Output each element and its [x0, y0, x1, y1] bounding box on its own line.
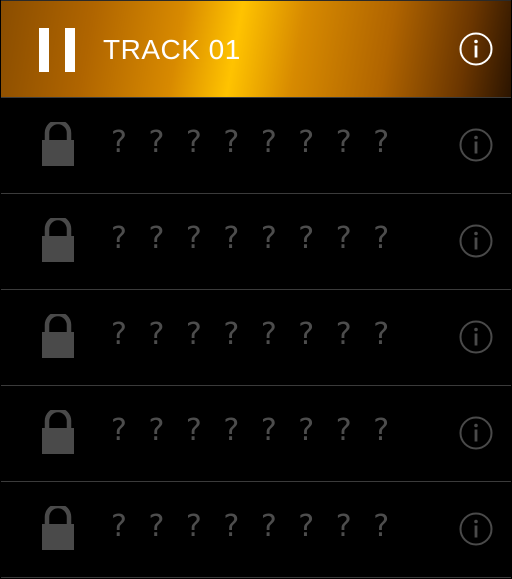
track-row-active[interactable]: TRACK 01 — [1, 0, 511, 98]
track-title: TRACK 01 — [103, 34, 241, 65]
track-title-locked: ? ? ? ? ? ? ? ? — [111, 509, 396, 544]
lock-icon — [42, 122, 74, 166]
track-row-locked[interactable]: ? ? ? ? ? ? ? ? — [1, 98, 511, 194]
track-row-locked[interactable]: ? ? ? ? ? ? ? ? — [1, 194, 511, 290]
info-icon[interactable] — [459, 32, 493, 66]
info-icon[interactable] — [459, 224, 493, 258]
track-row-locked[interactable]: ? ? ? ? ? ? ? ? — [1, 290, 511, 386]
info-icon[interactable] — [459, 512, 493, 546]
lock-icon — [42, 506, 74, 550]
lock-icon — [42, 410, 74, 454]
track-row-locked[interactable]: ? ? ? ? ? ? ? ? — [1, 386, 511, 482]
pause-bar — [65, 28, 75, 72]
track-title-locked: ? ? ? ? ? ? ? ? — [111, 221, 396, 256]
track-title-locked: ? ? ? ? ? ? ? ? — [111, 413, 396, 448]
pause-bar — [39, 28, 49, 72]
lock-icon — [42, 314, 74, 358]
track-row-locked[interactable]: ? ? ? ? ? ? ? ? — [1, 482, 511, 578]
info-icon[interactable] — [459, 416, 493, 450]
lock-icon — [42, 218, 74, 262]
info-icon[interactable] — [459, 320, 493, 354]
track-title-locked: ? ? ? ? ? ? ? ? — [111, 317, 396, 352]
info-icon[interactable] — [459, 128, 493, 162]
pause-icon[interactable] — [39, 28, 75, 72]
track-list: TRACK 01 ? ? ? ? ? ? ? ? ? ? ? ? ? ? ? ? — [0, 0, 512, 579]
track-title-locked: ? ? ? ? ? ? ? ? — [111, 125, 396, 160]
